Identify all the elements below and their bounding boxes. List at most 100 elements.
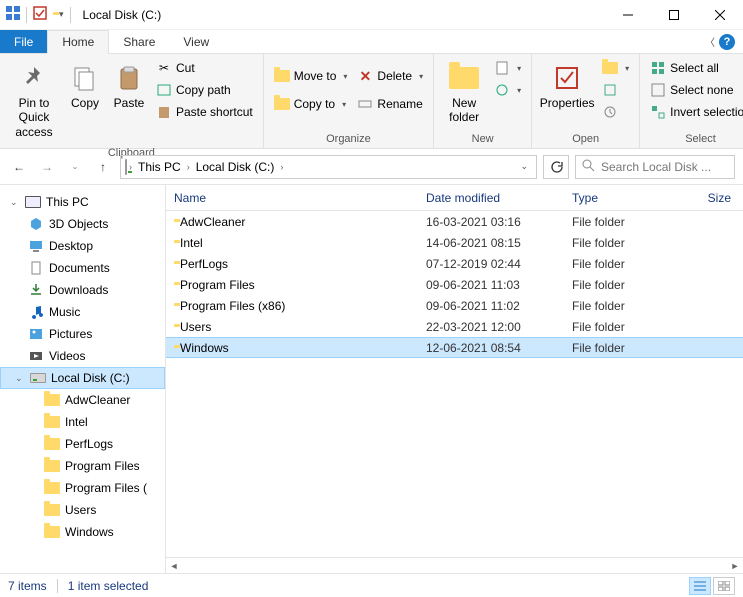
paste-icon	[113, 62, 145, 94]
pin-label: Pin to Quick access	[8, 96, 60, 139]
properties-button[interactable]: Properties	[538, 58, 596, 114]
file-row[interactable]: Intel14-06-2021 08:15File folder	[166, 232, 743, 253]
nav-pictures[interactable]: Pictures	[0, 323, 165, 345]
paste-button[interactable]: Paste	[108, 58, 150, 114]
file-row[interactable]: Users22-03-2021 12:00File folder	[166, 316, 743, 337]
horizontal-scrollbar[interactable]: ◄ ►	[166, 557, 743, 573]
address-dropdown-icon[interactable]: ⌄	[520, 161, 528, 172]
details-view-button[interactable]	[689, 577, 711, 595]
forward-button[interactable]: →	[36, 156, 58, 178]
rename-icon	[357, 96, 373, 112]
file-type: File folder	[572, 215, 694, 229]
history-button[interactable]	[598, 102, 633, 122]
file-list[interactable]: AdwCleaner16-03-2021 03:16File folderInt…	[166, 211, 743, 557]
copy-button[interactable]: Copy	[64, 58, 106, 114]
file-date: 09-06-2021 11:03	[426, 278, 572, 292]
nav-downloads[interactable]: Downloads	[0, 279, 165, 301]
ribbon-collapse-icon[interactable]: 〈	[705, 34, 715, 49]
copy-label: Copy	[71, 96, 99, 110]
tab-view[interactable]: View	[169, 30, 223, 53]
new-folder-button[interactable]: New folder	[440, 58, 488, 129]
tab-share[interactable]: Share	[109, 30, 169, 53]
crumb-thispc[interactable]: This PC	[134, 160, 185, 174]
file-row[interactable]: Windows12-06-2021 08:54File folder	[166, 337, 743, 358]
cut-button[interactable]: ✂Cut	[152, 58, 257, 78]
crumb-sep-1[interactable]: ›	[187, 162, 190, 172]
nav-sub-windows[interactable]: Windows	[0, 521, 165, 543]
col-name-header[interactable]: Name	[174, 191, 426, 205]
edit-button[interactable]	[598, 80, 633, 100]
move-to-button[interactable]: Move to	[270, 66, 352, 86]
file-row[interactable]: Program Files09-06-2021 11:03File folder	[166, 274, 743, 295]
nav-music[interactable]: Music	[0, 301, 165, 323]
tab-home[interactable]: Home	[47, 30, 109, 54]
nav-sub-programfilesx[interactable]: Program Files (	[0, 477, 165, 499]
nav-videos[interactable]: Videos	[0, 345, 165, 367]
documents-icon	[28, 260, 44, 276]
paste-shortcut-button[interactable]: Paste shortcut	[152, 102, 257, 122]
select-all-icon	[650, 60, 666, 76]
crumb-sep-2[interactable]: ›	[280, 162, 283, 172]
search-box[interactable]: Search Local Disk ...	[575, 155, 735, 179]
copy-path-button[interactable]: Copy path	[152, 80, 257, 100]
open-icon	[602, 60, 618, 76]
file-name: Program Files (x86)	[180, 299, 285, 313]
nav-thispc[interactable]: ⌄This PC	[0, 191, 165, 213]
col-date-header[interactable]: Date modified	[426, 191, 572, 205]
qat-properties-icon[interactable]	[33, 6, 47, 23]
nav-desktop[interactable]: Desktop	[0, 235, 165, 257]
file-name: AdwCleaner	[180, 215, 245, 229]
nav-sub-programfiles[interactable]: Program Files	[0, 455, 165, 477]
file-row[interactable]: PerfLogs07-12-2019 02:44File folder	[166, 253, 743, 274]
invert-selection-button[interactable]: Invert selection	[646, 102, 743, 122]
nav-3d-objects[interactable]: 3D Objects	[0, 213, 165, 235]
history-icon	[602, 104, 618, 120]
nav-localdisk[interactable]: ⌄Local Disk (C:)	[0, 367, 165, 389]
nav-documents[interactable]: Documents	[0, 257, 165, 279]
minimize-button[interactable]	[605, 0, 651, 30]
nav-sub-perflogs[interactable]: PerfLogs	[0, 433, 165, 455]
navigation-pane[interactable]: ⌄This PC 3D Objects Desktop Documents Do…	[0, 185, 166, 573]
qat-explorer-icon[interactable]	[6, 6, 20, 23]
maximize-button[interactable]	[651, 0, 697, 30]
qat-overflow-icon[interactable]: ▾	[59, 9, 64, 20]
nav-sub-users[interactable]: Users	[0, 499, 165, 521]
select-all-button[interactable]: Select all	[646, 58, 743, 78]
window-title: Local Disk (C:)	[83, 8, 162, 22]
scroll-left-button[interactable]: ◄	[166, 558, 182, 574]
disk-icon	[30, 370, 46, 386]
refresh-button[interactable]	[543, 155, 569, 179]
file-type: File folder	[572, 341, 694, 355]
new-item-button[interactable]	[490, 58, 525, 78]
paste-label: Paste	[114, 96, 145, 110]
group-new-label: New	[434, 133, 531, 148]
file-pane: Name Date modified Type Size AdwCleaner1…	[166, 185, 743, 573]
copy-to-button[interactable]: Copy to	[270, 94, 352, 114]
tab-file[interactable]: File	[0, 30, 47, 53]
large-icons-view-button[interactable]	[713, 577, 735, 595]
open-button[interactable]	[598, 58, 633, 78]
recent-locations-button[interactable]: ⌄	[64, 156, 86, 178]
pin-icon	[18, 62, 50, 94]
pin-quick-access-button[interactable]: Pin to Quick access	[6, 58, 62, 143]
back-button[interactable]: ←	[8, 156, 30, 178]
file-date: 12-06-2021 08:54	[426, 341, 572, 355]
address-disk-icon	[125, 160, 127, 174]
col-type-header[interactable]: Type	[572, 191, 694, 205]
col-size-header[interactable]: Size	[694, 191, 743, 205]
rename-button[interactable]: Rename	[353, 94, 427, 114]
help-icon[interactable]: ?	[719, 34, 735, 50]
address-bar[interactable]: › This PC › Local Disk (C:) › ⌄	[120, 155, 537, 179]
delete-button[interactable]: ✕Delete	[353, 66, 427, 86]
scroll-right-button[interactable]: ►	[727, 558, 743, 574]
select-none-button[interactable]: Select none	[646, 80, 743, 100]
close-button[interactable]	[697, 0, 743, 30]
file-row[interactable]: AdwCleaner16-03-2021 03:16File folder	[166, 211, 743, 232]
nav-sub-intel[interactable]: Intel	[0, 411, 165, 433]
easy-access-button[interactable]	[490, 80, 525, 100]
crumb-disk[interactable]: Local Disk (C:)	[192, 160, 279, 174]
nav-sub-adwcleaner[interactable]: AdwCleaner	[0, 389, 165, 411]
group-new: New folder New	[434, 54, 532, 148]
file-row[interactable]: Program Files (x86)09-06-2021 11:02File …	[166, 295, 743, 316]
up-button[interactable]: ↑	[92, 156, 114, 178]
